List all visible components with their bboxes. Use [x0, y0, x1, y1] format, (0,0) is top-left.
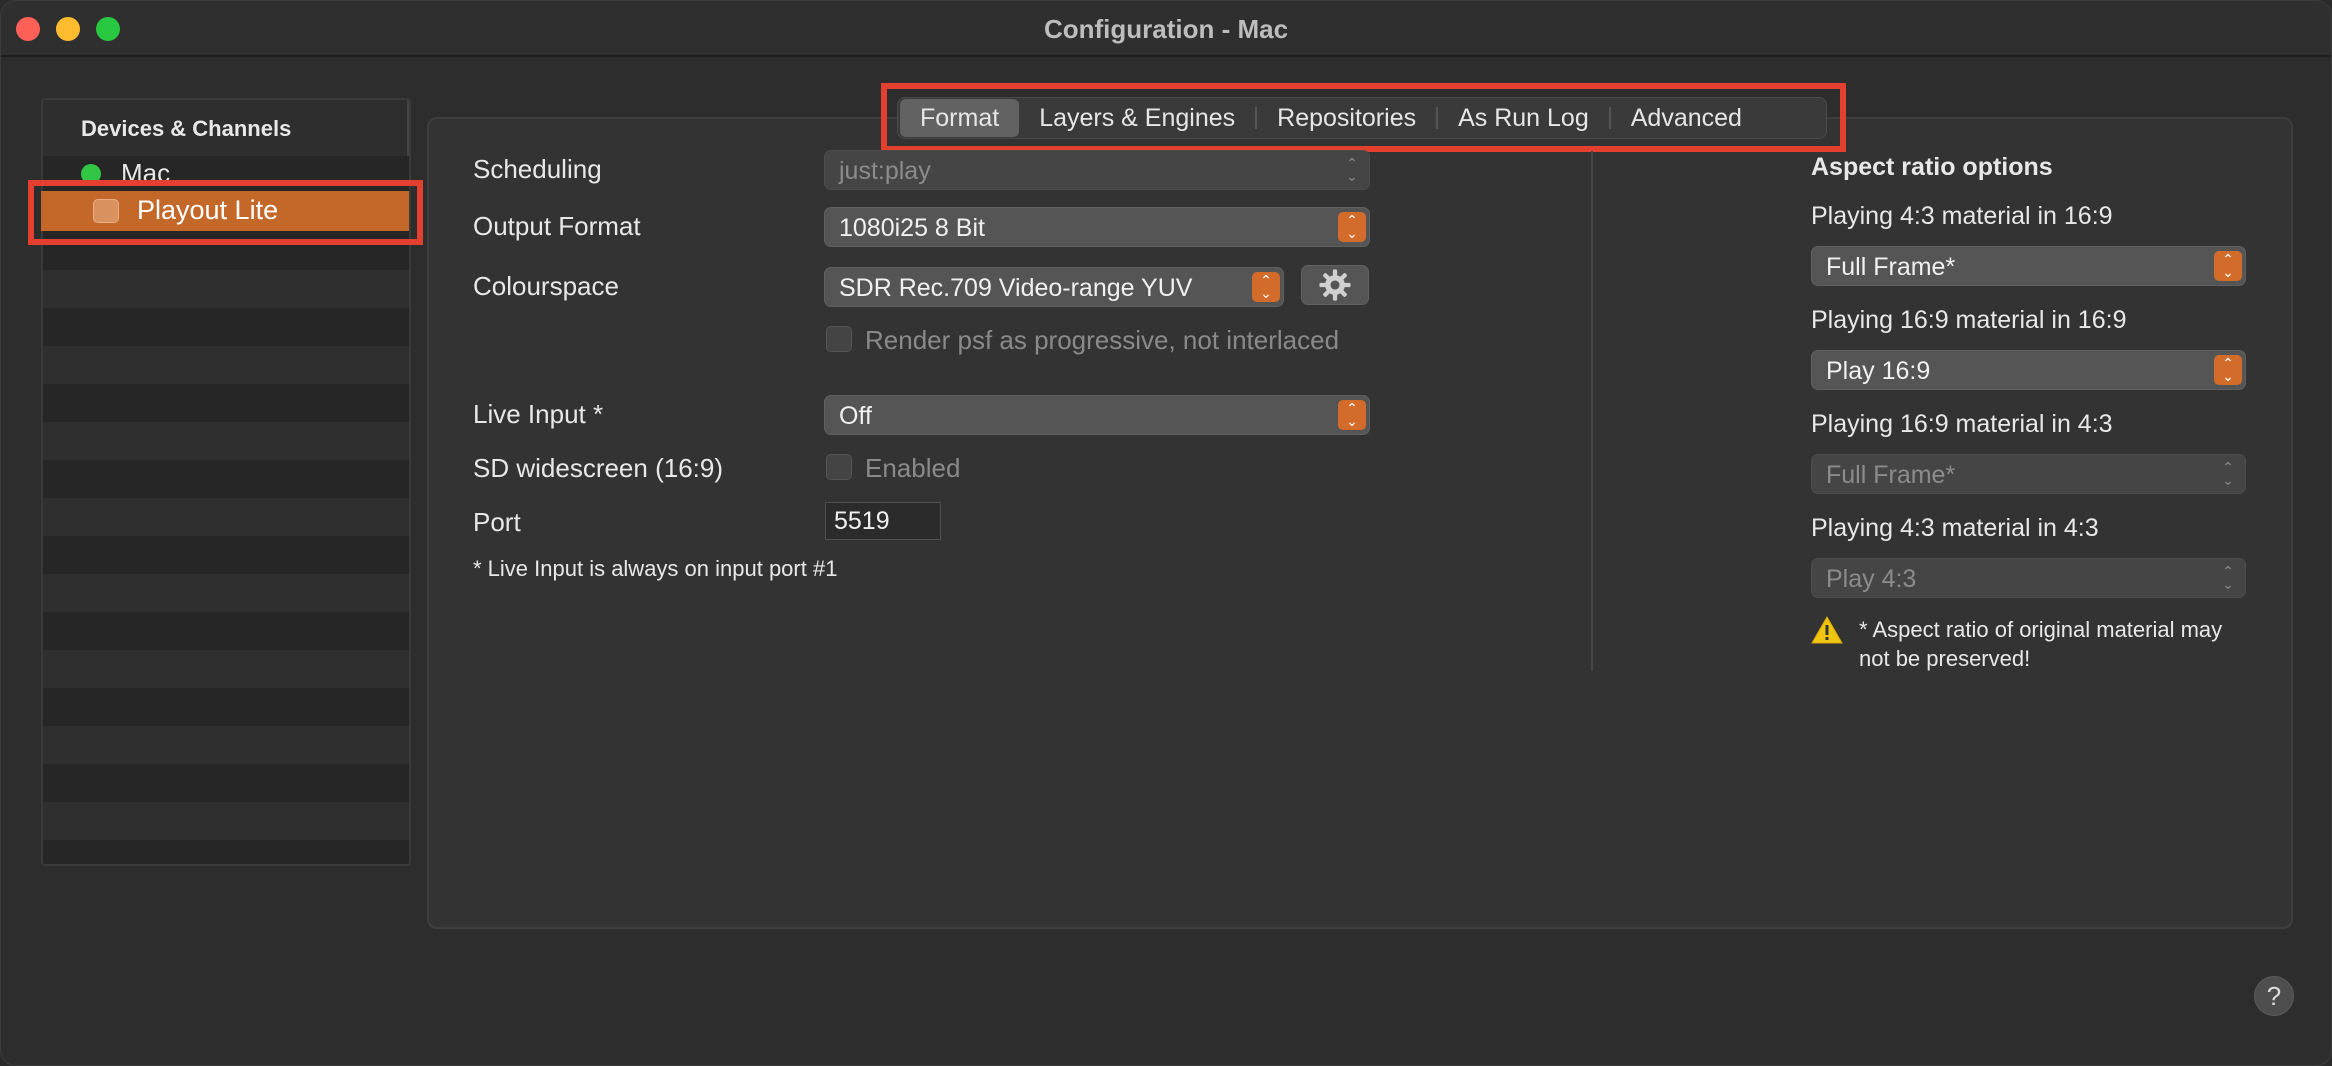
updown-chevron-icon: ⌃ ⌄: [2214, 355, 2242, 385]
aspect-option-value: Play 16:9: [1826, 357, 1931, 385]
list-row: [43, 574, 409, 612]
sidebar-header-label: Devices & Channels: [81, 116, 292, 141]
list-row: [43, 764, 409, 802]
colourspace-settings-button[interactable]: [1301, 265, 1369, 305]
panel-divider: [1591, 151, 1593, 671]
list-row: [43, 650, 409, 688]
list-row: [43, 802, 409, 840]
live-input-label: Live Input *: [473, 399, 604, 429]
aspect-option-label: Playing 16:9 material in 4:3: [1811, 410, 2113, 438]
highlight-outline: [28, 180, 423, 245]
list-row: [43, 422, 409, 460]
title-bar: Configuration - Mac: [1, 1, 2331, 57]
list-row: [43, 460, 409, 498]
list-row: [43, 840, 409, 864]
live-input-note: * Live Input is always on input port #1: [473, 556, 838, 581]
list-row: [43, 726, 409, 764]
live-input-value: Off: [839, 402, 872, 430]
output-format-select[interactable]: 1080i25 8 Bit ⌃ ⌄: [824, 207, 1370, 247]
aspect-4-3-in-4-3-select: Play 4:3 ⌃ ⌄: [1811, 558, 2246, 598]
gear-icon: [1319, 269, 1351, 301]
window-title: Configuration - Mac: [1043, 14, 1289, 44]
scheduling-label: Scheduling: [473, 154, 602, 184]
configuration-window: Configuration - Mac Devices & Channels ⌄…: [0, 0, 2332, 1066]
updown-chevron-icon: ⌃ ⌄: [1346, 155, 1358, 184]
updown-chevron-icon: ⌃ ⌄: [2222, 459, 2234, 488]
updown-chevron-icon: ⌃ ⌄: [2214, 251, 2242, 281]
list-row: [43, 688, 409, 726]
output-format-value: 1080i25 8 Bit: [839, 214, 985, 242]
updown-chevron-icon: ⌃ ⌄: [2222, 563, 2234, 592]
list-row: [43, 308, 409, 346]
warning-icon: [1811, 615, 1843, 650]
list-row: [43, 270, 409, 308]
highlight-outline: [881, 83, 1846, 152]
list-row: [43, 612, 409, 650]
aspect-16-9-in-4-3-select: Full Frame* ⌃ ⌄: [1811, 454, 2246, 494]
aspect-16-9-in-16-9-select[interactable]: Play 16:9 ⌃ ⌄: [1811, 350, 2246, 390]
aspect-option-value: Full Frame*: [1826, 253, 1956, 281]
help-button[interactable]: ?: [2254, 976, 2294, 1016]
colourspace-label: Colourspace: [473, 271, 619, 301]
aspect-option-value: Full Frame*: [1826, 461, 1956, 489]
aspect-ratio-title: Aspect ratio options: [1811, 153, 2053, 181]
scheduling-select: just:play ⌃ ⌄: [824, 150, 1370, 190]
sd-widescreen-enabled-label: Enabled: [865, 453, 961, 483]
port-label: Port: [473, 507, 521, 537]
scheduling-value: just:play: [839, 157, 931, 185]
render-psf-label: Render psf as progressive, not interlace…: [865, 325, 1340, 355]
aspect-option-label: Playing 16:9 material in 16:9: [1811, 306, 2127, 334]
aspect-option-value: Play 4:3: [1826, 565, 1917, 593]
updown-chevron-icon: ⌃ ⌄: [1338, 212, 1366, 242]
sd-widescreen-label: SD widescreen (16:9): [473, 453, 723, 483]
aspect-option-label: Playing 4:3 material in 4:3: [1811, 514, 2099, 542]
sd-widescreen-checkbox[interactable]: [826, 454, 852, 480]
colourspace-value: SDR Rec.709 Video-range YUV: [839, 274, 1193, 302]
port-input[interactable]: 5519: [825, 502, 941, 540]
list-row: [43, 498, 409, 536]
updown-chevron-icon: ⌃ ⌄: [1252, 272, 1280, 302]
list-row: [43, 536, 409, 574]
output-format-label: Output Format: [473, 211, 641, 241]
render-psf-checkbox[interactable]: [826, 326, 852, 352]
aspect-option-label: Playing 4:3 material in 16:9: [1811, 202, 2113, 230]
updown-chevron-icon: ⌃ ⌄: [1338, 400, 1366, 430]
list-row: [43, 346, 409, 384]
live-input-select[interactable]: Off ⌃ ⌄: [824, 395, 1370, 435]
list-row: [43, 384, 409, 422]
aspect-warning-text: * Aspect ratio of original material may …: [1859, 617, 2223, 671]
colourspace-select[interactable]: SDR Rec.709 Video-range YUV ⌃ ⌄: [824, 267, 1284, 307]
aspect-4-3-in-16-9-select[interactable]: Full Frame* ⌃ ⌄: [1811, 246, 2246, 286]
sidebar-header: Devices & Channels: [43, 100, 409, 156]
